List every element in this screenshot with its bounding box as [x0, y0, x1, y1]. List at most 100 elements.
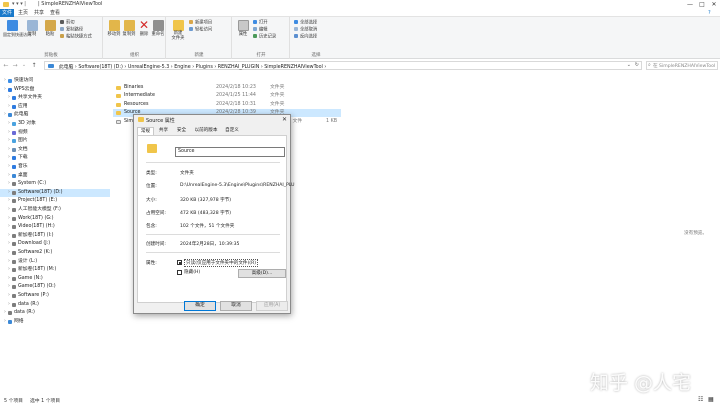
nav-item[interactable]: › 快速访问 [0, 77, 110, 85]
nav-item[interactable]: › 新加卷(18T) (M:) [0, 266, 110, 274]
nav-item[interactable]: › 文档 [0, 146, 110, 154]
expand-chevron-icon[interactable]: › [8, 137, 10, 145]
nav-item[interactable]: › Game (N:) [0, 275, 110, 283]
expand-chevron-icon[interactable]: › [8, 172, 10, 180]
nav-item[interactable]: › 设计 (L:) [0, 258, 110, 266]
expand-chevron-icon[interactable]: › [8, 266, 10, 274]
expand-chevron-icon[interactable]: › [4, 309, 6, 317]
expand-chevron-icon[interactable]: › [8, 258, 10, 266]
nav-item[interactable]: › Game(18T) (O:) [0, 283, 110, 291]
copy-to-button[interactable]: 复制到 [121, 19, 137, 43]
nav-item[interactable]: › 应用 [0, 103, 110, 111]
tab-file[interactable]: 文件 [0, 9, 14, 17]
easy-access-button[interactable]: 轻松访问 [189, 27, 212, 33]
expand-chevron-icon[interactable]: › [8, 232, 10, 240]
folder-name-field[interactable]: Source [175, 147, 285, 157]
apply-button[interactable]: 应用(A) [256, 301, 288, 311]
tab-security[interactable]: 安全 [173, 127, 190, 135]
expand-chevron-icon[interactable]: › [8, 94, 10, 102]
nav-item[interactable]: › 下载 [0, 154, 110, 162]
open-button[interactable]: 打开 [253, 20, 268, 26]
paste-shortcut-button[interactable]: 粘贴快捷方式 [60, 34, 92, 40]
large-icons-view-icon[interactable]: ▦ [708, 396, 714, 403]
tab-customize[interactable]: 自定义 [222, 127, 242, 135]
nav-item[interactable]: › 人工智能大模型 (F:) [0, 206, 110, 214]
advanced-button[interactable]: 高级(D)... [238, 269, 286, 278]
rename-button[interactable]: 重命名 [150, 19, 166, 43]
new-folder-button[interactable]: 新建 文件夹 [169, 19, 187, 43]
expand-chevron-icon[interactable]: › [8, 197, 10, 205]
nav-item[interactable]: › Software(18T) (D:) [0, 188, 110, 197]
ok-button[interactable]: 确定 [184, 301, 216, 311]
nav-item[interactable]: › Work(18T) (G:) [0, 215, 110, 223]
copy-button[interactable]: 复制 [24, 19, 40, 43]
nav-item[interactable]: › Video(18T) (H:) [0, 223, 110, 231]
up-arrow-icon[interactable]: ↑ [30, 61, 38, 70]
nav-item[interactable]: › 3D 对象 [0, 120, 110, 128]
nav-item[interactable]: › 共享文件夹 [0, 94, 110, 102]
nav-item[interactable]: › 网络 [0, 318, 110, 326]
hidden-label[interactable]: 隐藏(H) [184, 269, 200, 275]
expand-chevron-icon[interactable]: › [4, 86, 6, 94]
expand-chevron-icon[interactable]: › [8, 189, 10, 197]
nav-item[interactable]: › 音乐 [0, 163, 110, 171]
nav-item[interactable]: › 桌面 [0, 172, 110, 180]
nav-item[interactable]: › WPS云盘 [0, 86, 110, 94]
file-row[interactable]: Intermediate 2024/1/25 11:44 文件夹 [113, 92, 341, 100]
nav-item[interactable]: › data (R:) [0, 301, 110, 309]
move-to-button[interactable]: 移动到 [106, 19, 122, 43]
expand-chevron-icon[interactable]: › [8, 223, 10, 231]
nav-item[interactable]: › System (C:) [0, 180, 110, 188]
expand-chevron-icon[interactable]: › [4, 77, 6, 85]
tab-share[interactable]: 共享 [32, 9, 46, 17]
help-icon[interactable]: ? [708, 10, 711, 16]
nav-item[interactable]: › 此电脑 [0, 111, 110, 119]
expand-chevron-icon[interactable]: › [8, 215, 10, 223]
details-view-icon[interactable]: ☷ [698, 396, 703, 403]
select-none-button[interactable]: 全部取消 [294, 27, 317, 33]
expand-chevron-icon[interactable]: › [8, 249, 10, 257]
expand-chevron-icon[interactable]: › [4, 111, 6, 119]
file-row[interactable]: Resources 2024/2/18 10:31 文件夹 [113, 101, 341, 109]
select-all-button[interactable]: 全部选择 [294, 20, 317, 26]
search-input[interactable]: ⌕ 在 SimpleRENZHAIViewTool [646, 61, 718, 70]
quick-access-toolbar[interactable]: ▾ ▾ ▾ | [12, 1, 26, 7]
cut-button[interactable]: 剪切 [60, 20, 75, 26]
readonly-label[interactable]: 只读(仅应用于文件夹中的文件)(R) [184, 259, 259, 267]
refresh-icon[interactable]: ↻ [635, 62, 639, 68]
expand-chevron-icon[interactable]: › [8, 180, 10, 188]
expand-chevron-icon[interactable]: › [8, 283, 10, 291]
expand-chevron-icon[interactable]: › [8, 292, 10, 300]
expand-chevron-icon[interactable]: › [8, 206, 10, 214]
nav-item[interactable]: › Download (J:) [0, 240, 110, 248]
nav-item[interactable]: › 视频 [0, 129, 110, 137]
edit-button[interactable]: 编辑 [253, 27, 268, 33]
minimize-button[interactable]: — [684, 0, 696, 9]
forward-arrow-icon[interactable]: → [11, 61, 19, 70]
properties-button[interactable]: 属性 [235, 19, 251, 43]
tab-home[interactable]: 主页 [16, 9, 30, 17]
expand-chevron-icon[interactable]: › [8, 163, 10, 171]
expand-chevron-icon[interactable]: › [8, 275, 10, 283]
expand-chevron-icon[interactable]: › [8, 301, 10, 309]
hidden-checkbox[interactable] [177, 270, 182, 275]
copy-path-button[interactable]: 复制路径 [60, 27, 83, 33]
expand-chevron-icon[interactable]: › [8, 240, 10, 248]
tab-sharing[interactable]: 共享 [155, 127, 172, 135]
tab-general[interactable]: 常规 [137, 127, 154, 135]
file-row[interactable]: Binaries 2024/2/18 10:23 文件夹 [113, 84, 341, 92]
close-button[interactable]: ✕ [708, 0, 720, 9]
expand-chevron-icon[interactable]: › [8, 146, 10, 154]
cancel-button[interactable]: 取消 [220, 301, 252, 311]
readonly-checkbox[interactable] [177, 260, 182, 265]
nav-item[interactable]: › data (R:) [0, 309, 110, 317]
nav-item[interactable]: › Project(18T) (E:) [0, 197, 110, 205]
invert-selection-button[interactable]: 反向选择 [294, 34, 317, 40]
recent-locations-chevron-icon[interactable]: ⌄ [20, 61, 28, 70]
tab-previous-versions[interactable]: 以前的版本 [191, 127, 221, 135]
expand-chevron-icon[interactable]: › [4, 318, 6, 326]
paste-button[interactable]: 粘贴 [42, 19, 58, 43]
address-dropdown-icon[interactable]: ⌄ [627, 62, 631, 68]
nav-item[interactable]: › 图片 [0, 137, 110, 145]
expand-chevron-icon[interactable]: › [8, 129, 10, 137]
